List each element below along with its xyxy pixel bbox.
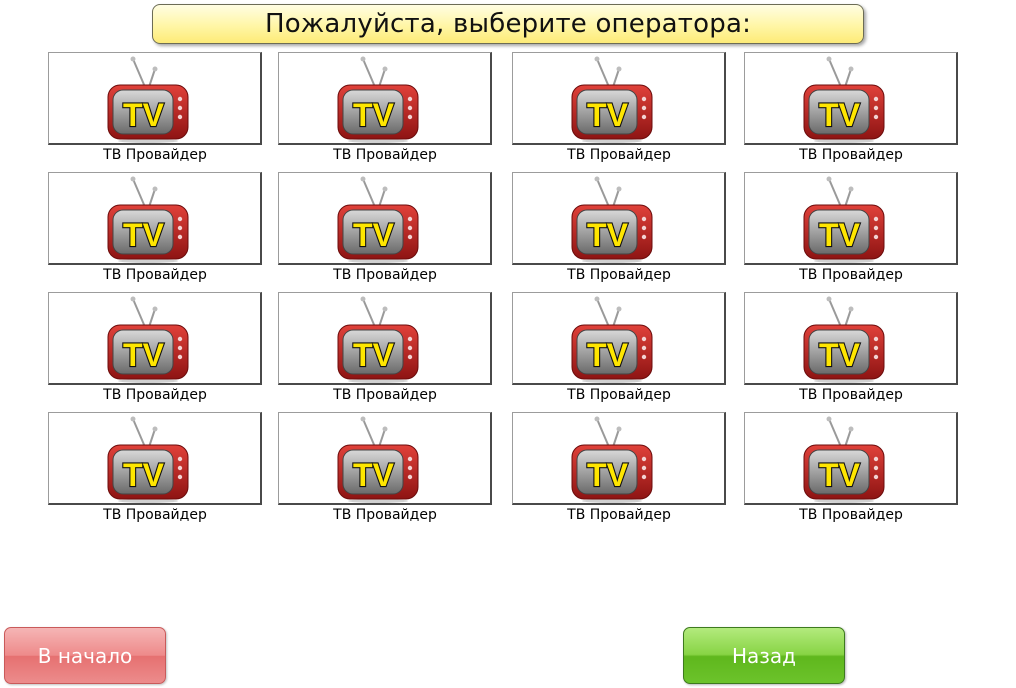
svg-text:TV: TV bbox=[123, 97, 165, 133]
operator-label: ТВ Провайдер bbox=[333, 507, 437, 523]
operator-logo-box[interactable]: TV bbox=[512, 172, 726, 265]
operator-logo-box[interactable]: TV bbox=[278, 412, 492, 505]
operator-label: ТВ Провайдер bbox=[103, 267, 207, 283]
operator-label: ТВ Провайдер bbox=[567, 147, 671, 163]
tv-icon: TV bbox=[801, 415, 887, 503]
operator-logo-box[interactable]: TV bbox=[278, 52, 492, 145]
operator-tile[interactable]: TV ТВ Провайдер bbox=[48, 172, 264, 286]
tv-icon: TV bbox=[105, 175, 191, 263]
tv-icon: TV bbox=[569, 175, 655, 263]
svg-text:TV: TV bbox=[123, 457, 165, 493]
tv-icon: TV bbox=[569, 295, 655, 383]
operator-logo-box[interactable]: TV bbox=[48, 412, 262, 505]
operator-label: ТВ Провайдер bbox=[799, 507, 903, 523]
operator-label: ТВ Провайдер bbox=[567, 507, 671, 523]
operator-tile[interactable]: TV ТВ Провайдер bbox=[744, 412, 960, 526]
tv-icon: TV bbox=[801, 55, 887, 143]
tv-icon: TV bbox=[335, 175, 421, 263]
home-button[interactable]: В начало bbox=[4, 627, 166, 684]
tv-icon: TV bbox=[105, 295, 191, 383]
svg-text:TV: TV bbox=[587, 337, 629, 373]
svg-text:TV: TV bbox=[819, 457, 861, 493]
tv-icon: TV bbox=[335, 55, 421, 143]
tv-icon: TV bbox=[569, 55, 655, 143]
tv-icon: TV bbox=[335, 295, 421, 383]
svg-text:TV: TV bbox=[123, 217, 165, 253]
operator-tile[interactable]: TV ТВ Провайдер bbox=[512, 292, 728, 406]
operator-tile[interactable]: TV ТВ Провайдер bbox=[278, 412, 494, 526]
operator-logo-box[interactable]: TV bbox=[744, 292, 958, 385]
back-button-label: Назад bbox=[731, 643, 796, 668]
operator-label: ТВ Провайдер bbox=[333, 387, 437, 403]
home-button-label: В начало bbox=[37, 643, 133, 668]
operator-grid: TV ТВ Провайдер TV ТВ Провайдер TV ТВ Пр… bbox=[0, 0, 1016, 540]
tv-icon: TV bbox=[801, 175, 887, 263]
operator-label: ТВ Провайдер bbox=[799, 387, 903, 403]
svg-text:TV: TV bbox=[123, 337, 165, 373]
operator-tile[interactable]: TV ТВ Провайдер bbox=[744, 292, 960, 406]
operator-label: ТВ Провайдер bbox=[103, 387, 207, 403]
operator-logo-box[interactable]: TV bbox=[48, 52, 262, 145]
svg-text:TV: TV bbox=[587, 217, 629, 253]
operator-tile[interactable]: TV ТВ Провайдер bbox=[744, 52, 960, 166]
operator-logo-box[interactable]: TV bbox=[48, 172, 262, 265]
operator-tile[interactable]: TV ТВ Провайдер bbox=[512, 412, 728, 526]
operator-logo-box[interactable]: TV bbox=[512, 292, 726, 385]
svg-text:TV: TV bbox=[587, 97, 629, 133]
operator-logo-box[interactable]: TV bbox=[512, 412, 726, 505]
operator-selection-screen: Пожалуйста, выберите оператора: TV ТВ Пр… bbox=[0, 0, 1016, 688]
operator-label: ТВ Провайдер bbox=[567, 267, 671, 283]
operator-logo-box[interactable]: TV bbox=[744, 52, 958, 145]
operator-label: ТВ Провайдер bbox=[333, 147, 437, 163]
svg-text:TV: TV bbox=[819, 337, 861, 373]
svg-text:TV: TV bbox=[353, 337, 395, 373]
operator-logo-box[interactable]: TV bbox=[278, 292, 492, 385]
svg-text:TV: TV bbox=[819, 97, 861, 133]
operator-tile[interactable]: TV ТВ Провайдер bbox=[744, 172, 960, 286]
tv-icon: TV bbox=[801, 295, 887, 383]
operator-tile[interactable]: TV ТВ Провайдер bbox=[48, 412, 264, 526]
operator-logo-box[interactable]: TV bbox=[48, 292, 262, 385]
svg-text:TV: TV bbox=[587, 457, 629, 493]
operator-logo-box[interactable]: TV bbox=[512, 52, 726, 145]
operator-tile[interactable]: TV ТВ Провайдер bbox=[512, 172, 728, 286]
operator-logo-box[interactable]: TV bbox=[278, 172, 492, 265]
tv-icon: TV bbox=[335, 415, 421, 503]
operator-tile[interactable]: TV ТВ Провайдер bbox=[278, 172, 494, 286]
operator-tile[interactable]: TV ТВ Провайдер bbox=[48, 292, 264, 406]
operator-tile[interactable]: TV ТВ Провайдер bbox=[512, 52, 728, 166]
operator-tile[interactable]: TV ТВ Провайдер bbox=[278, 292, 494, 406]
operator-logo-box[interactable]: TV bbox=[744, 412, 958, 505]
operator-label: ТВ Провайдер bbox=[799, 267, 903, 283]
svg-text:TV: TV bbox=[353, 217, 395, 253]
svg-text:TV: TV bbox=[353, 97, 395, 133]
svg-text:TV: TV bbox=[819, 217, 861, 253]
operator-label: ТВ Провайдер bbox=[333, 267, 437, 283]
operator-tile[interactable]: TV ТВ Провайдер bbox=[48, 52, 264, 166]
svg-text:TV: TV bbox=[353, 457, 395, 493]
operator-label: ТВ Провайдер bbox=[103, 507, 207, 523]
tv-icon: TV bbox=[105, 55, 191, 143]
tv-icon: TV bbox=[569, 415, 655, 503]
operator-tile[interactable]: TV ТВ Провайдер bbox=[278, 52, 494, 166]
operator-label: ТВ Провайдер bbox=[799, 147, 903, 163]
operator-logo-box[interactable]: TV bbox=[744, 172, 958, 265]
tv-icon: TV bbox=[105, 415, 191, 503]
operator-label: ТВ Провайдер bbox=[103, 147, 207, 163]
operator-label: ТВ Провайдер bbox=[567, 387, 671, 403]
back-button[interactable]: Назад bbox=[683, 627, 845, 684]
